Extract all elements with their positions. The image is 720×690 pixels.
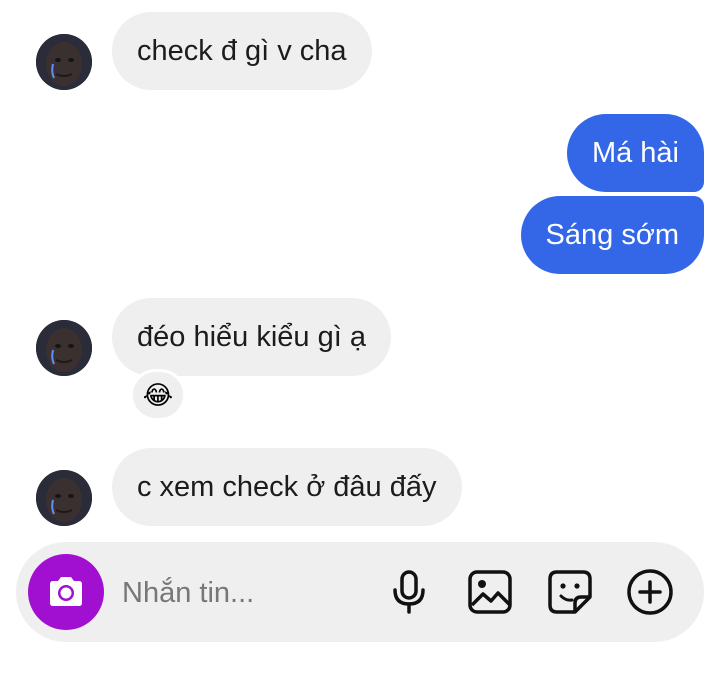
gallery-button[interactable] <box>465 567 515 617</box>
plus-circle-icon <box>627 569 673 615</box>
voice-button[interactable] <box>384 567 434 617</box>
message-composer <box>16 542 704 642</box>
sender-avatar[interactable] <box>36 320 92 376</box>
message-bubble[interactable]: Sáng sớm <box>520 196 704 274</box>
message-bubble[interactable]: c xem check ở đâu đấy <box>112 448 462 526</box>
camera-icon <box>50 577 82 606</box>
laughing-emoji-icon: 😂 <box>142 379 174 410</box>
image-icon <box>468 570 512 614</box>
sticker-icon <box>548 570 592 614</box>
sticker-button[interactable] <box>545 567 595 617</box>
camera-button[interactable] <box>28 554 104 630</box>
microphone-icon <box>393 570 425 614</box>
message-bubble[interactable]: check đ gì v cha <box>112 12 372 90</box>
reaction-badge[interactable]: 😂 <box>130 369 186 421</box>
more-button[interactable] <box>625 567 675 617</box>
sender-avatar[interactable] <box>36 34 92 90</box>
sender-avatar[interactable] <box>36 470 92 526</box>
message-bubble[interactable]: đéo hiểu kiểu gì ạ <box>112 298 391 376</box>
message-input[interactable] <box>120 570 374 616</box>
message-bubble[interactable]: Má hài <box>566 114 704 192</box>
